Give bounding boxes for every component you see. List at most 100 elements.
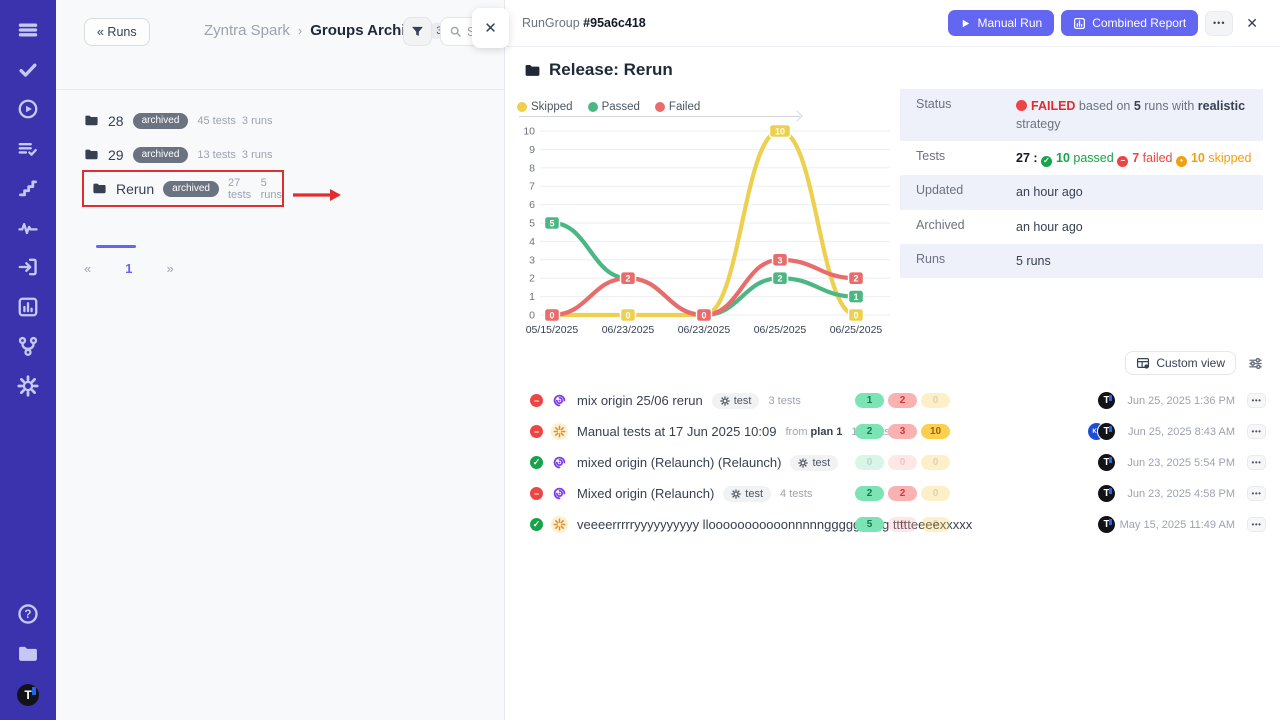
group-name[interactable]: 28 [108, 113, 124, 129]
run-row-4[interactable]: −Mixed origin (Relaunch)test4 tests220TJ… [505, 478, 1280, 509]
run-row-5[interactable]: ✓veeeerrrrryyyyyyyyyy llooooooooooonnnnn… [505, 509, 1280, 540]
failed-status-icon: − [530, 394, 543, 407]
panel-close-button[interactable]: ✕ [472, 8, 509, 48]
info-row-archived: Archivedan hour ago [900, 210, 1263, 244]
legend-label: Failed [669, 101, 700, 113]
timeline-arrow [519, 116, 800, 117]
run-title[interactable]: mixed origin (Relaunch) (Relaunch) [577, 455, 781, 470]
sidebar-branch-icon[interactable] [12, 330, 44, 362]
run-row-3[interactable]: ✓mixed origin (Relaunch) (Relaunch)test0… [505, 447, 1280, 478]
run-more-button[interactable]: ••• [1247, 455, 1266, 470]
run-date: Jun 23, 2025 5:54 PM [1127, 457, 1235, 469]
legend-item-skipped[interactable]: Skipped [517, 101, 573, 113]
sidebar-list-check-icon[interactable] [12, 133, 44, 165]
sidebar-import-icon[interactable] [12, 251, 44, 283]
sidebar-folder-icon[interactable] [12, 638, 44, 670]
sidebar-help-icon[interactable]: ? [12, 598, 44, 630]
legend-dot [655, 102, 665, 112]
info-value: FAILED based on 5 runs with realistic st… [1016, 97, 1263, 133]
info-label: Runs [916, 252, 1016, 270]
run-more-button[interactable]: ••• [1247, 517, 1266, 532]
failed-count-pill: 2 [888, 486, 917, 501]
svg-text:06/23/2025: 06/23/2025 [678, 324, 731, 336]
archived-badge: archived [133, 147, 189, 163]
group-name[interactable]: 29 [108, 147, 124, 163]
run-more-button[interactable]: ••• [1247, 424, 1266, 439]
passed-count-pill: 2 [855, 486, 884, 501]
breadcrumb-project[interactable]: Zyntra Spark [204, 22, 290, 39]
runs-trend-chart: 01234567891005/15/202506/23/202506/23/20… [510, 118, 900, 353]
skipped-count-pill: 0 [921, 455, 950, 470]
archived-badge: archived [163, 181, 219, 197]
filter-button[interactable] [403, 17, 432, 46]
legend-item-failed[interactable]: Failed [655, 101, 700, 113]
group-row-29[interactable]: 29archived13 tests3 runs [84, 138, 414, 171]
ellipsis-icon: ••• [1213, 18, 1225, 28]
filters-sliders-icon[interactable] [1248, 356, 1263, 371]
info-label: Archived [916, 218, 1016, 236]
pagination-active-indicator [96, 245, 136, 248]
svg-text:4: 4 [529, 236, 535, 248]
svg-text:06/25/2025: 06/25/2025 [830, 324, 883, 336]
skipped-count-pill: 10 [921, 424, 950, 439]
rungroup-id: #95a6c418 [583, 16, 646, 30]
svg-text:2: 2 [529, 273, 535, 285]
pagination-page-1[interactable]: 1 [119, 259, 138, 278]
sidebar-report-icon[interactable] [12, 291, 44, 323]
info-value: an hour ago [1016, 218, 1263, 236]
automated-run-icon [551, 485, 568, 502]
run-tests-count: 3 tests [768, 395, 800, 407]
pagination-prev[interactable]: « [78, 259, 97, 278]
svg-text:?: ? [24, 608, 31, 621]
sidebar-menu-icon[interactable] [12, 14, 44, 46]
group-row-28[interactable]: 28archived45 tests3 runs [84, 104, 414, 137]
run-source: from plan 1 [785, 426, 842, 438]
manual-run-button[interactable]: Manual Run [948, 10, 1054, 36]
run-date: Jun 25, 2025 8:43 AM [1128, 426, 1235, 438]
group-row-rerun[interactable]: Rerunarchived27 tests5 runs [84, 172, 282, 205]
svg-text:0: 0 [529, 310, 535, 322]
folder-icon [84, 113, 99, 128]
group-tests-count: 27 tests [228, 177, 255, 201]
combined-report-button[interactable]: Combined Report [1061, 10, 1198, 36]
more-actions-button[interactable]: ••• [1205, 11, 1233, 36]
failed-count-pill: 0 [888, 455, 917, 470]
run-title[interactable]: Mixed origin (Relaunch) [577, 486, 714, 501]
svg-text:0: 0 [853, 311, 858, 321]
sidebar-check-icon[interactable] [12, 54, 44, 86]
manual-run-icon [551, 516, 568, 533]
svg-text:2: 2 [777, 274, 782, 284]
svg-text:9: 9 [529, 144, 535, 156]
failed-status-icon: − [530, 425, 543, 438]
svg-text:0: 0 [701, 311, 706, 321]
info-value: 5 runs [1016, 252, 1263, 270]
rungroup-title-text: Release: Rerun [549, 60, 673, 80]
custom-view-button[interactable]: Custom view [1125, 351, 1236, 375]
sidebar-play-circle-icon[interactable] [12, 93, 44, 125]
group-name[interactable]: Rerun [116, 181, 154, 197]
run-row-1[interactable]: −mix origin 25/06 reruntest3 tests120TJu… [505, 385, 1280, 416]
rungroup-detail-panel: RunGroup #95a6c418 Manual Run Combined R… [505, 0, 1280, 720]
detail-close-button[interactable]: ✕ [1240, 13, 1264, 34]
table-settings-icon [1136, 356, 1150, 370]
user-avatar[interactable]: T [17, 684, 39, 706]
run-title[interactable]: mix origin 25/06 rerun [577, 393, 703, 408]
run-more-button[interactable]: ••• [1247, 486, 1266, 501]
svg-text:0: 0 [549, 311, 554, 321]
run-avatars: T [1098, 485, 1115, 502]
info-label: Status [916, 97, 1016, 133]
result-pills: 000 [855, 455, 950, 470]
run-title[interactable]: Manual tests at 17 Jun 2025 10:09 [577, 424, 776, 439]
rungroup-info-table: StatusFAILED based on 5 runs with realis… [900, 89, 1263, 278]
run-more-button[interactable]: ••• [1247, 393, 1266, 408]
sidebar-steps-icon[interactable] [12, 172, 44, 204]
run-row-2[interactable]: − Manual tests at 17 Jun 2025 10:09 from p… [505, 416, 1280, 447]
pagination-next[interactable]: » [160, 259, 179, 278]
sidebar-activity-icon[interactable] [12, 212, 44, 244]
svg-text:0: 0 [625, 311, 630, 321]
legend-item-passed[interactable]: Passed [588, 101, 640, 113]
back-to-runs-button[interactable]: « Runs [84, 18, 150, 46]
failed-count-pill: 2 [888, 393, 917, 408]
info-row-runs: Runs5 runs [900, 244, 1263, 278]
sidebar-gear-icon[interactable] [12, 370, 44, 402]
